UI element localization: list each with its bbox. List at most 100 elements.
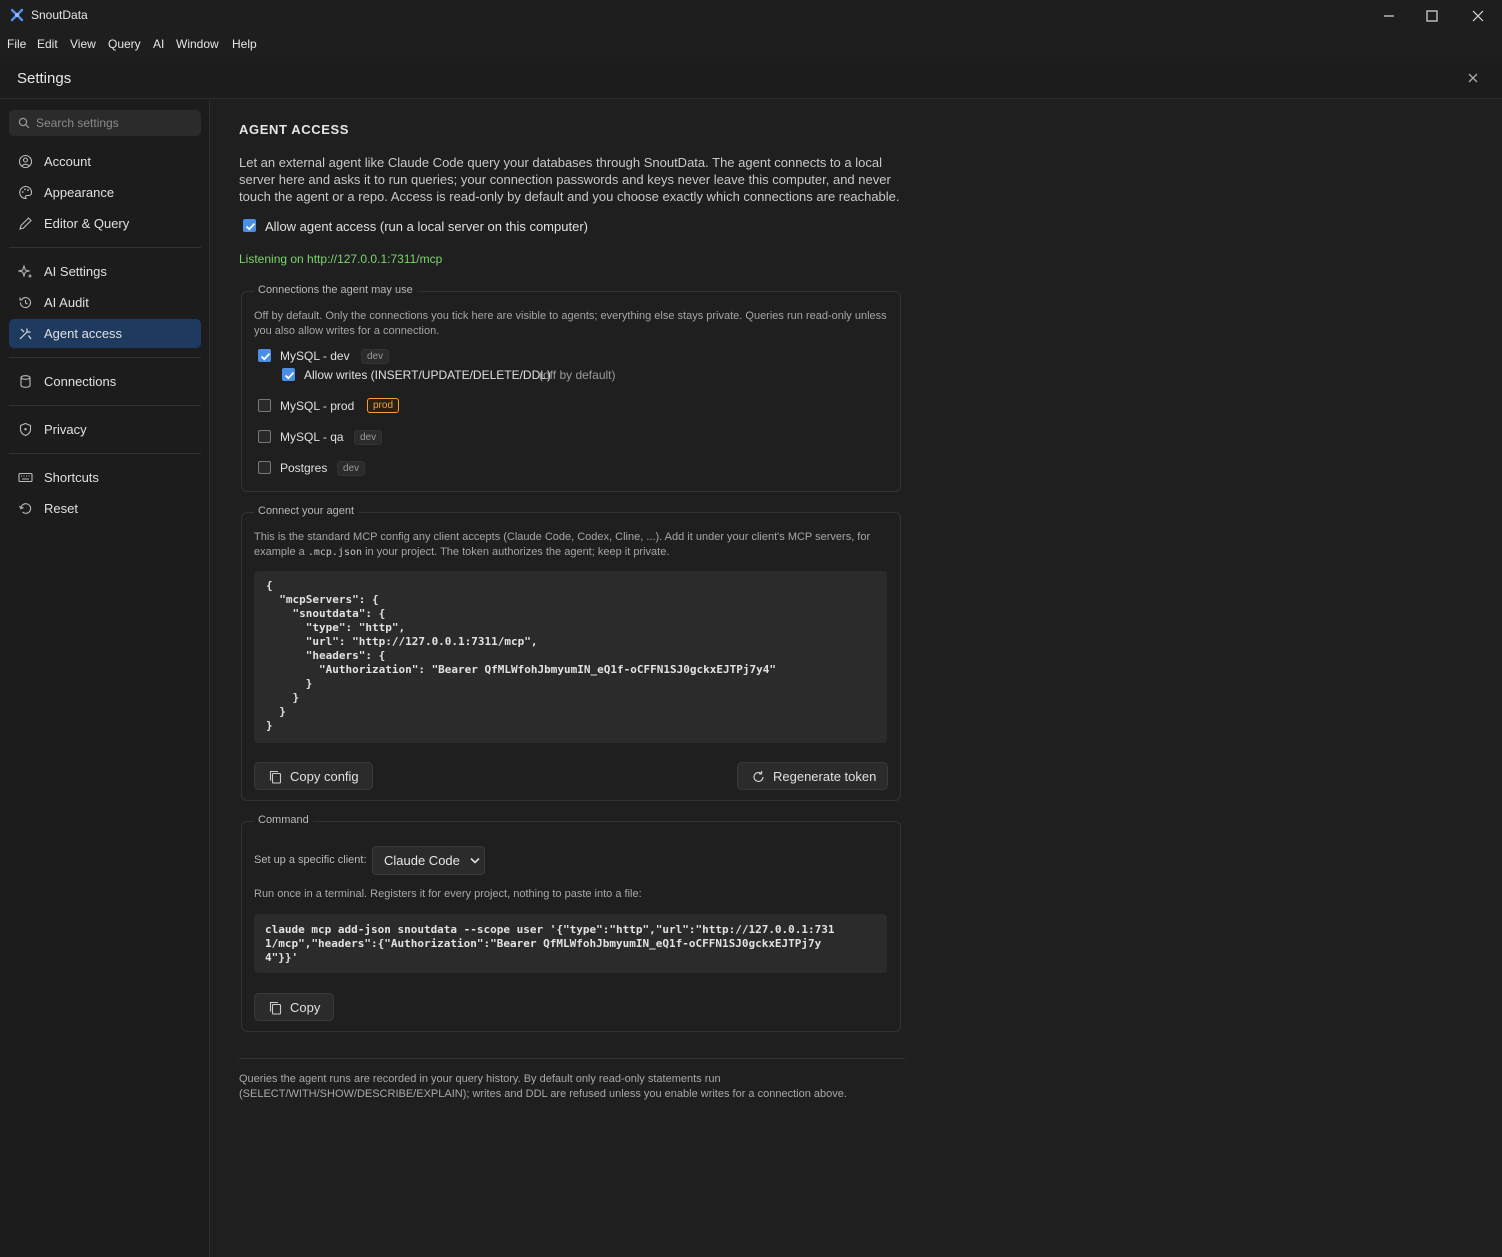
account-icon: [18, 154, 33, 169]
app-logo-icon: [10, 8, 24, 22]
sidebar-item-reset[interactable]: Reset: [9, 494, 201, 523]
database-icon: [20, 375, 31, 388]
sidebar-item-label: Account: [44, 154, 91, 169]
sidebar-item-label: Editor & Query: [44, 216, 130, 231]
command-legend: Command: [254, 814, 313, 826]
connections-note: Off by default. Only the connections you…: [254, 310, 887, 337]
menu-view[interactable]: View: [70, 37, 96, 51]
sidebar-item-label: AI Audit: [44, 295, 89, 310]
mcp-config-code: { "mcpServers": { "snoutdata": { "type":…: [254, 571, 887, 743]
sidebar-item-appearance[interactable]: Appearance: [9, 178, 201, 207]
connection-name[interactable]: MySQL - prod: [280, 399, 354, 413]
copy-command-button[interactable]: Copy: [254, 993, 334, 1021]
app-title: SnoutData: [31, 8, 88, 22]
settings-title: Settings: [17, 70, 72, 87]
copy-icon: [269, 770, 282, 784]
minimize-button[interactable]: [1366, 0, 1412, 31]
close-window-button[interactable]: [1455, 0, 1501, 31]
minimize-icon: [1384, 14, 1394, 17]
regenerate-token-button[interactable]: Regenerate token: [737, 762, 888, 790]
connections-group-legend: Connections the agent may use: [254, 284, 417, 296]
menu-file[interactable]: File: [7, 37, 26, 51]
sidebar-item-label: Privacy: [44, 422, 87, 437]
allow-writes-checkbox[interactable]: [282, 368, 295, 381]
command-code: claude mcp add-json snoutdata --scope us…: [254, 914, 887, 973]
client-select-label: Set up a specific client:: [254, 854, 367, 866]
env-badge: dev: [337, 461, 366, 476]
copy-config-label: Copy config: [290, 769, 359, 784]
sidebar-divider: [9, 357, 201, 358]
footer-divider: [239, 1058, 905, 1059]
client-select-value: Claude Code: [384, 853, 460, 868]
sidebar-divider: [9, 453, 201, 454]
page-title: AGENT ACCESS: [239, 122, 350, 137]
sparkles-icon: [18, 264, 33, 279]
close-icon: [1472, 10, 1484, 21]
env-badge: dev: [361, 349, 390, 364]
connection-name[interactable]: MySQL - qa: [280, 430, 344, 444]
copy-config-button[interactable]: Copy config: [254, 762, 373, 790]
sidebar-item-label: Appearance: [44, 185, 115, 200]
sidebar-item-ai-audit[interactable]: AI Audit: [9, 288, 201, 317]
shield-icon: [19, 422, 32, 437]
allow-agent-access-label[interactable]: Allow agent access (run a local server o…: [265, 219, 588, 234]
run-note: Run once in a terminal. Registers it for…: [254, 888, 642, 900]
pencil-icon: [19, 217, 32, 230]
maximize-button[interactable]: [1409, 0, 1455, 31]
chevron-down-icon: [470, 857, 480, 864]
keyboard-icon: [18, 472, 33, 483]
search-box[interactable]: [9, 110, 201, 136]
menu-window[interactable]: Window: [176, 37, 219, 51]
refresh-icon: [753, 771, 764, 783]
copy-command-label: Copy: [290, 1000, 321, 1015]
menu-ai[interactable]: AI: [153, 37, 164, 51]
env-badge: prod: [367, 398, 400, 413]
connect-agent-note-line2: example a .mcp.json in your project. The…: [254, 545, 894, 560]
settings-header: Settings: [0, 57, 1502, 99]
menu-edit[interactable]: Edit: [37, 37, 58, 51]
title-bar: SnoutData: [0, 0, 1502, 31]
connection-name[interactable]: Postgres: [280, 461, 327, 475]
connect-agent-note: This is the standard MCP config any clie…: [254, 531, 871, 543]
sidebar-item-ai-settings[interactable]: AI Settings: [9, 257, 201, 286]
copy-icon: [269, 1001, 282, 1015]
inline-code: .mcp.json: [307, 547, 363, 558]
allow-writes-hint: (off by default): [539, 368, 616, 382]
connection-checkbox-mysql-prod[interactable]: [258, 399, 271, 412]
search-input[interactable]: [36, 113, 194, 133]
menu-help[interactable]: Help: [232, 37, 257, 51]
checkmark-icon: [260, 352, 271, 361]
sidebar-item-label: Agent access: [44, 326, 123, 341]
connection-checkbox-mysql-dev[interactable]: [258, 349, 271, 362]
sidebar-item-account[interactable]: Account: [9, 147, 201, 176]
note-text: in your project. The token authorizes th…: [365, 546, 670, 558]
connection-name[interactable]: MySQL - dev: [280, 349, 350, 363]
intro-text: Let an external agent like Claude Code q…: [239, 155, 900, 204]
sidebar-item-label: Reset: [44, 501, 78, 516]
maximize-icon: [1426, 9, 1438, 22]
sidebar-item-label: AI Settings: [44, 264, 107, 279]
sidebar-item-editor-query[interactable]: Editor & Query: [9, 209, 201, 238]
env-badge: dev: [354, 430, 383, 445]
palette-icon: [19, 185, 33, 200]
sidebar-item-connections[interactable]: Connections: [9, 367, 201, 396]
menu-bar: File Edit View Query AI Window Help: [0, 31, 1502, 57]
sidebar-divider: [9, 247, 201, 248]
connection-checkbox-mysql-qa[interactable]: [258, 430, 271, 443]
sidebar-item-label: Connections: [44, 374, 117, 389]
sidebar-item-shortcuts[interactable]: Shortcuts: [9, 463, 201, 492]
allow-agent-access-checkbox[interactable]: [243, 219, 256, 232]
client-select[interactable]: Claude Code: [372, 846, 485, 875]
menu-query[interactable]: Query: [108, 37, 141, 51]
connection-checkbox-postgres[interactable]: [258, 461, 271, 474]
footer-note: Queries the agent runs are recorded in y…: [239, 1073, 847, 1100]
close-settings-icon[interactable]: [1466, 71, 1480, 85]
sidebar-item-privacy[interactable]: Privacy: [9, 415, 201, 444]
sidebar-item-agent-access[interactable]: Agent access: [9, 319, 201, 348]
search-icon: [18, 117, 30, 129]
checkmark-icon: [284, 371, 295, 380]
regenerate-token-label: Regenerate token: [773, 769, 877, 784]
sidebar-item-label: Shortcuts: [44, 470, 99, 485]
allow-writes-label[interactable]: Allow writes (INSERT/UPDATE/DELETE/DDL): [304, 368, 551, 382]
checkmark-icon: [245, 222, 256, 231]
